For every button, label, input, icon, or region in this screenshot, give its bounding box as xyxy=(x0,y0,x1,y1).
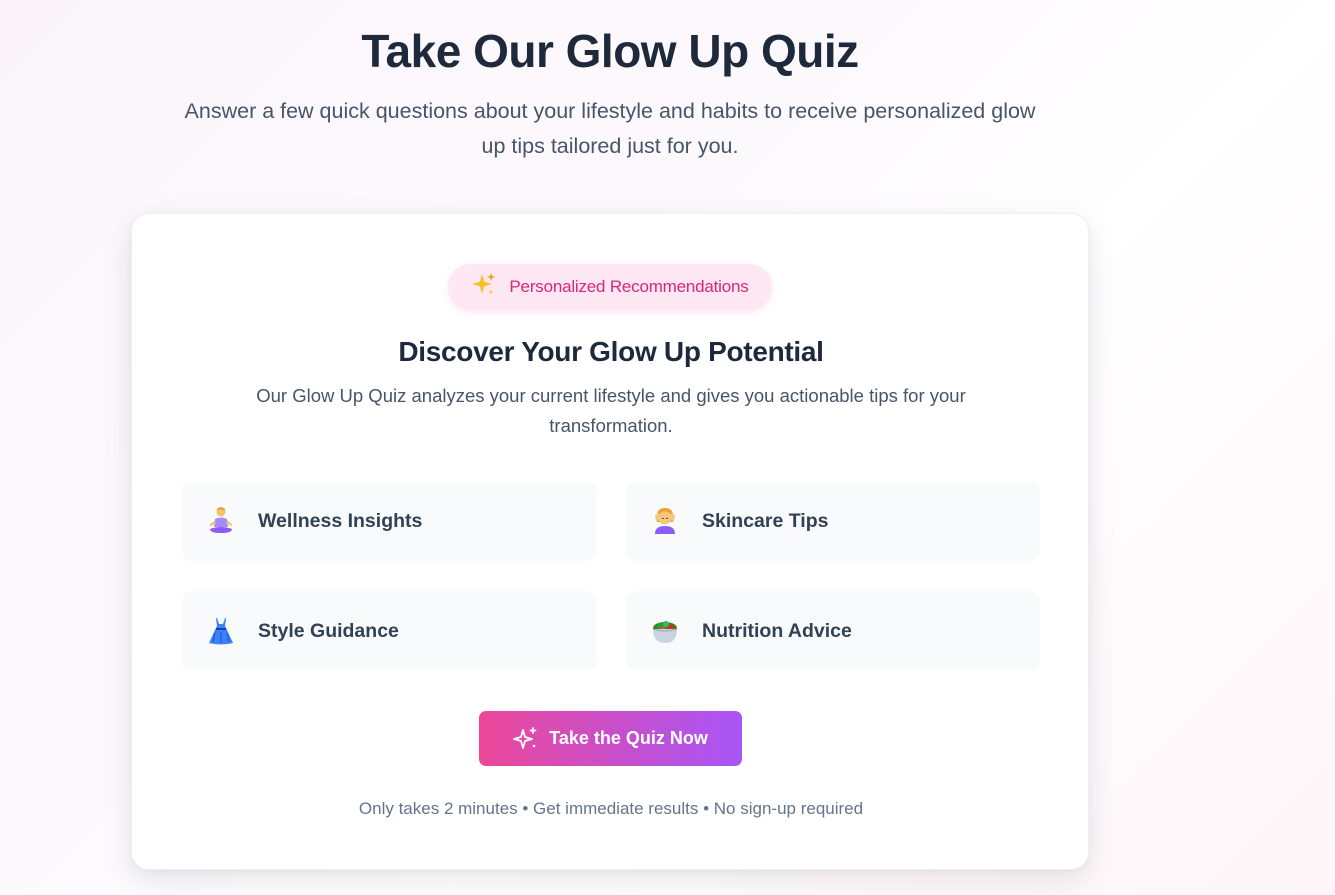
page-title: Take Our Glow Up Quiz xyxy=(361,25,859,77)
feature-skincare-tips: Skincare Tips xyxy=(626,481,1040,561)
feature-style-guidance: Style Guidance xyxy=(182,591,596,671)
card-title: Discover Your Glow Up Potential xyxy=(398,336,824,367)
recommendations-badge: Personalized Recommendations xyxy=(448,264,772,310)
feature-label: Style Guidance xyxy=(258,619,399,642)
feature-label: Nutrition Advice xyxy=(702,619,852,642)
face-massage-icon xyxy=(650,506,680,536)
page-subtitle: Answer a few quick questions about your … xyxy=(184,99,1036,158)
sparkles-icon xyxy=(471,272,497,302)
take-quiz-button-label: Take the Quiz Now xyxy=(549,728,708,748)
quiz-footnote: Only takes 2 minutes • Get immediate res… xyxy=(358,799,864,818)
card-description: Our Glow Up Quiz analyzes your current l… xyxy=(256,385,966,436)
quiz-card: Personalized Recommendations Discover Yo… xyxy=(131,213,1089,870)
badge-label: Personalized Recommendations xyxy=(509,277,749,296)
dress-icon xyxy=(206,616,236,646)
meditation-icon xyxy=(206,506,236,536)
take-quiz-button[interactable]: Take the Quiz Now xyxy=(479,711,742,766)
feature-wellness-insights: Wellness Insights xyxy=(182,481,596,561)
salad-icon xyxy=(650,616,680,646)
sparkle-outline-icon xyxy=(513,726,539,752)
feature-label: Skincare Tips xyxy=(702,509,829,532)
feature-label: Wellness Insights xyxy=(258,509,423,532)
hero-section: Take Our Glow Up Quiz Answer a few quick… xyxy=(0,0,1220,164)
feature-nutrition-advice: Nutrition Advice xyxy=(626,591,1040,671)
